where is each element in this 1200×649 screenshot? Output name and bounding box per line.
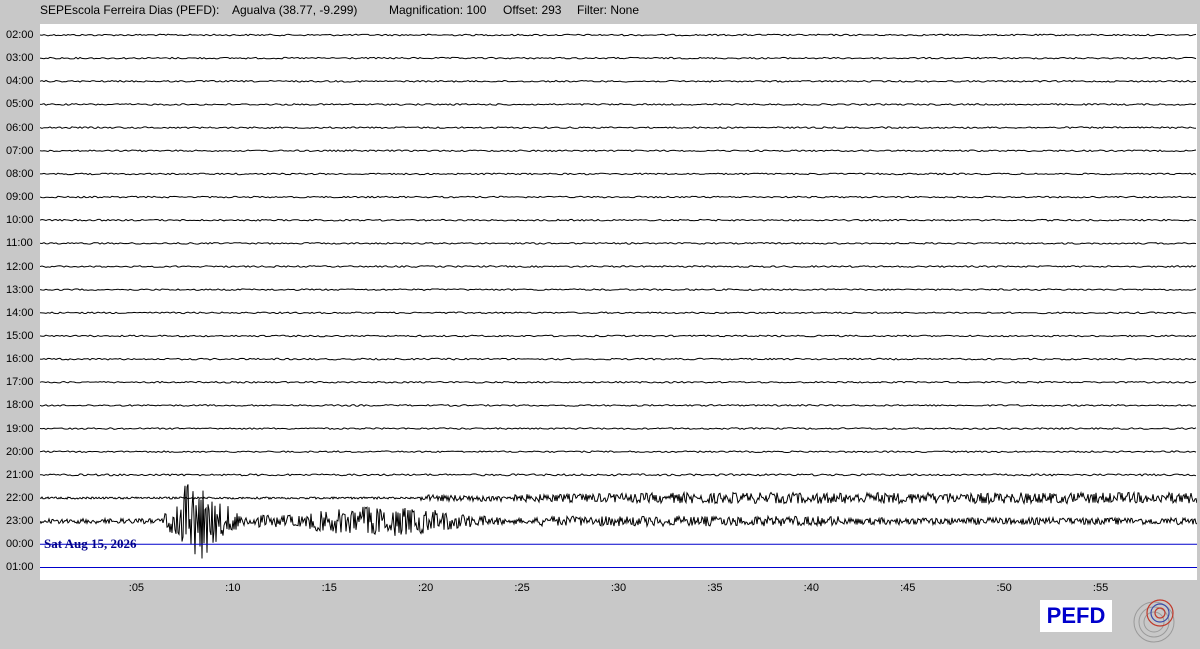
trace-line-0600 (40, 126, 1197, 130)
station-location: Agualva (38.77, -9.299) (232, 3, 358, 17)
trace-line-0700 (40, 149, 1197, 153)
trace-line-0900 (40, 195, 1197, 199)
trace-line-1100 (40, 241, 1197, 245)
minute-label: :25 (514, 582, 530, 594)
hour-label: 07:00 (6, 144, 34, 157)
trace-line-1600 (40, 357, 1197, 361)
seismo-logo-icon (1130, 596, 1182, 644)
hour-label: 12:00 (6, 260, 34, 273)
trace-line-1300 (40, 288, 1197, 292)
hour-label: 08:00 (6, 167, 34, 180)
minute-label: :40 (803, 582, 819, 594)
hour-label: 19:00 (6, 422, 34, 435)
trace-line-1200 (40, 265, 1197, 268)
hour-label: 03:00 (6, 52, 34, 65)
minute-label: :50 (996, 582, 1012, 594)
minute-label: :05 (128, 582, 145, 594)
trace-line-1000 (40, 218, 1197, 222)
minute-label: :30 (610, 582, 627, 594)
trace-line-0500 (40, 103, 1197, 106)
station-badge: PEFD (1040, 600, 1112, 632)
trace-line-0200 (40, 33, 1197, 37)
hour-label: 16:00 (6, 353, 34, 366)
minute-label: :55 (1092, 582, 1109, 594)
hour-label: 06:00 (6, 121, 34, 134)
magnification-readout: Magnification: 100 (389, 3, 487, 17)
minute-label: :35 (707, 582, 723, 594)
trace-line-1500 (40, 334, 1197, 338)
trace-line-0300 (40, 56, 1197, 60)
trace-line-0800 (40, 172, 1197, 176)
trace-line-2200 (40, 490, 1197, 506)
seismogram-traces (40, 33, 1197, 568)
hour-label: 02:00 (6, 29, 34, 41)
hour-label: 00:00 (6, 538, 34, 551)
trace-line-1400 (40, 311, 1197, 315)
hour-label: 21:00 (6, 468, 34, 481)
date-label: Sat Aug 15, 2026 (44, 536, 137, 551)
minute-axis: :05 :10 :15 :20 :25 :30 :35 :40 :45 :50 :55 (40, 582, 1197, 598)
hour-label: 05:00 (6, 98, 34, 111)
minute-label: :45 (900, 582, 916, 594)
hour-label: 04:00 (6, 75, 34, 88)
filter-readout: Filter: None (577, 3, 640, 17)
header-bar: SEPEscola Ferreira Dias (PEFD): Agualva … (0, 0, 1200, 22)
hour-label: 13:00 (6, 283, 34, 296)
hour-label: 23:00 (6, 515, 34, 528)
trace-line-2000 (40, 450, 1197, 454)
hour-label: 10:00 (6, 214, 34, 227)
hour-label: 09:00 (6, 191, 34, 204)
hour-label: 17:00 (6, 376, 34, 389)
trace-line-1700 (40, 380, 1197, 384)
hour-axis: 02:00 03:00 04:00 05:00 06:00 07:00 08:00 09:00… (0, 24, 40, 580)
hour-label: 01:00 (6, 561, 34, 574)
trace-line-2100 (40, 473, 1197, 477)
minute-label: :15 (321, 582, 337, 594)
trace-line-0400 (40, 79, 1197, 83)
hour-label: 20:00 (6, 445, 34, 458)
hour-label: 11:00 (6, 237, 33, 250)
offset-readout: Offset: 293 (503, 3, 562, 17)
hour-label: 18:00 (6, 399, 34, 412)
station-name: SEPEscola Ferreira Dias (PEFD): (40, 3, 220, 17)
trace-line-2300 (40, 484, 1197, 559)
minute-label: :10 (225, 582, 241, 594)
hour-label: 15:00 (6, 329, 34, 342)
trace-line-1800 (40, 403, 1197, 407)
hour-label: 22:00 (6, 492, 34, 504)
trace-line-1900 (40, 427, 1197, 430)
hour-label: 14:00 (6, 306, 34, 319)
minute-label: :20 (418, 582, 434, 594)
